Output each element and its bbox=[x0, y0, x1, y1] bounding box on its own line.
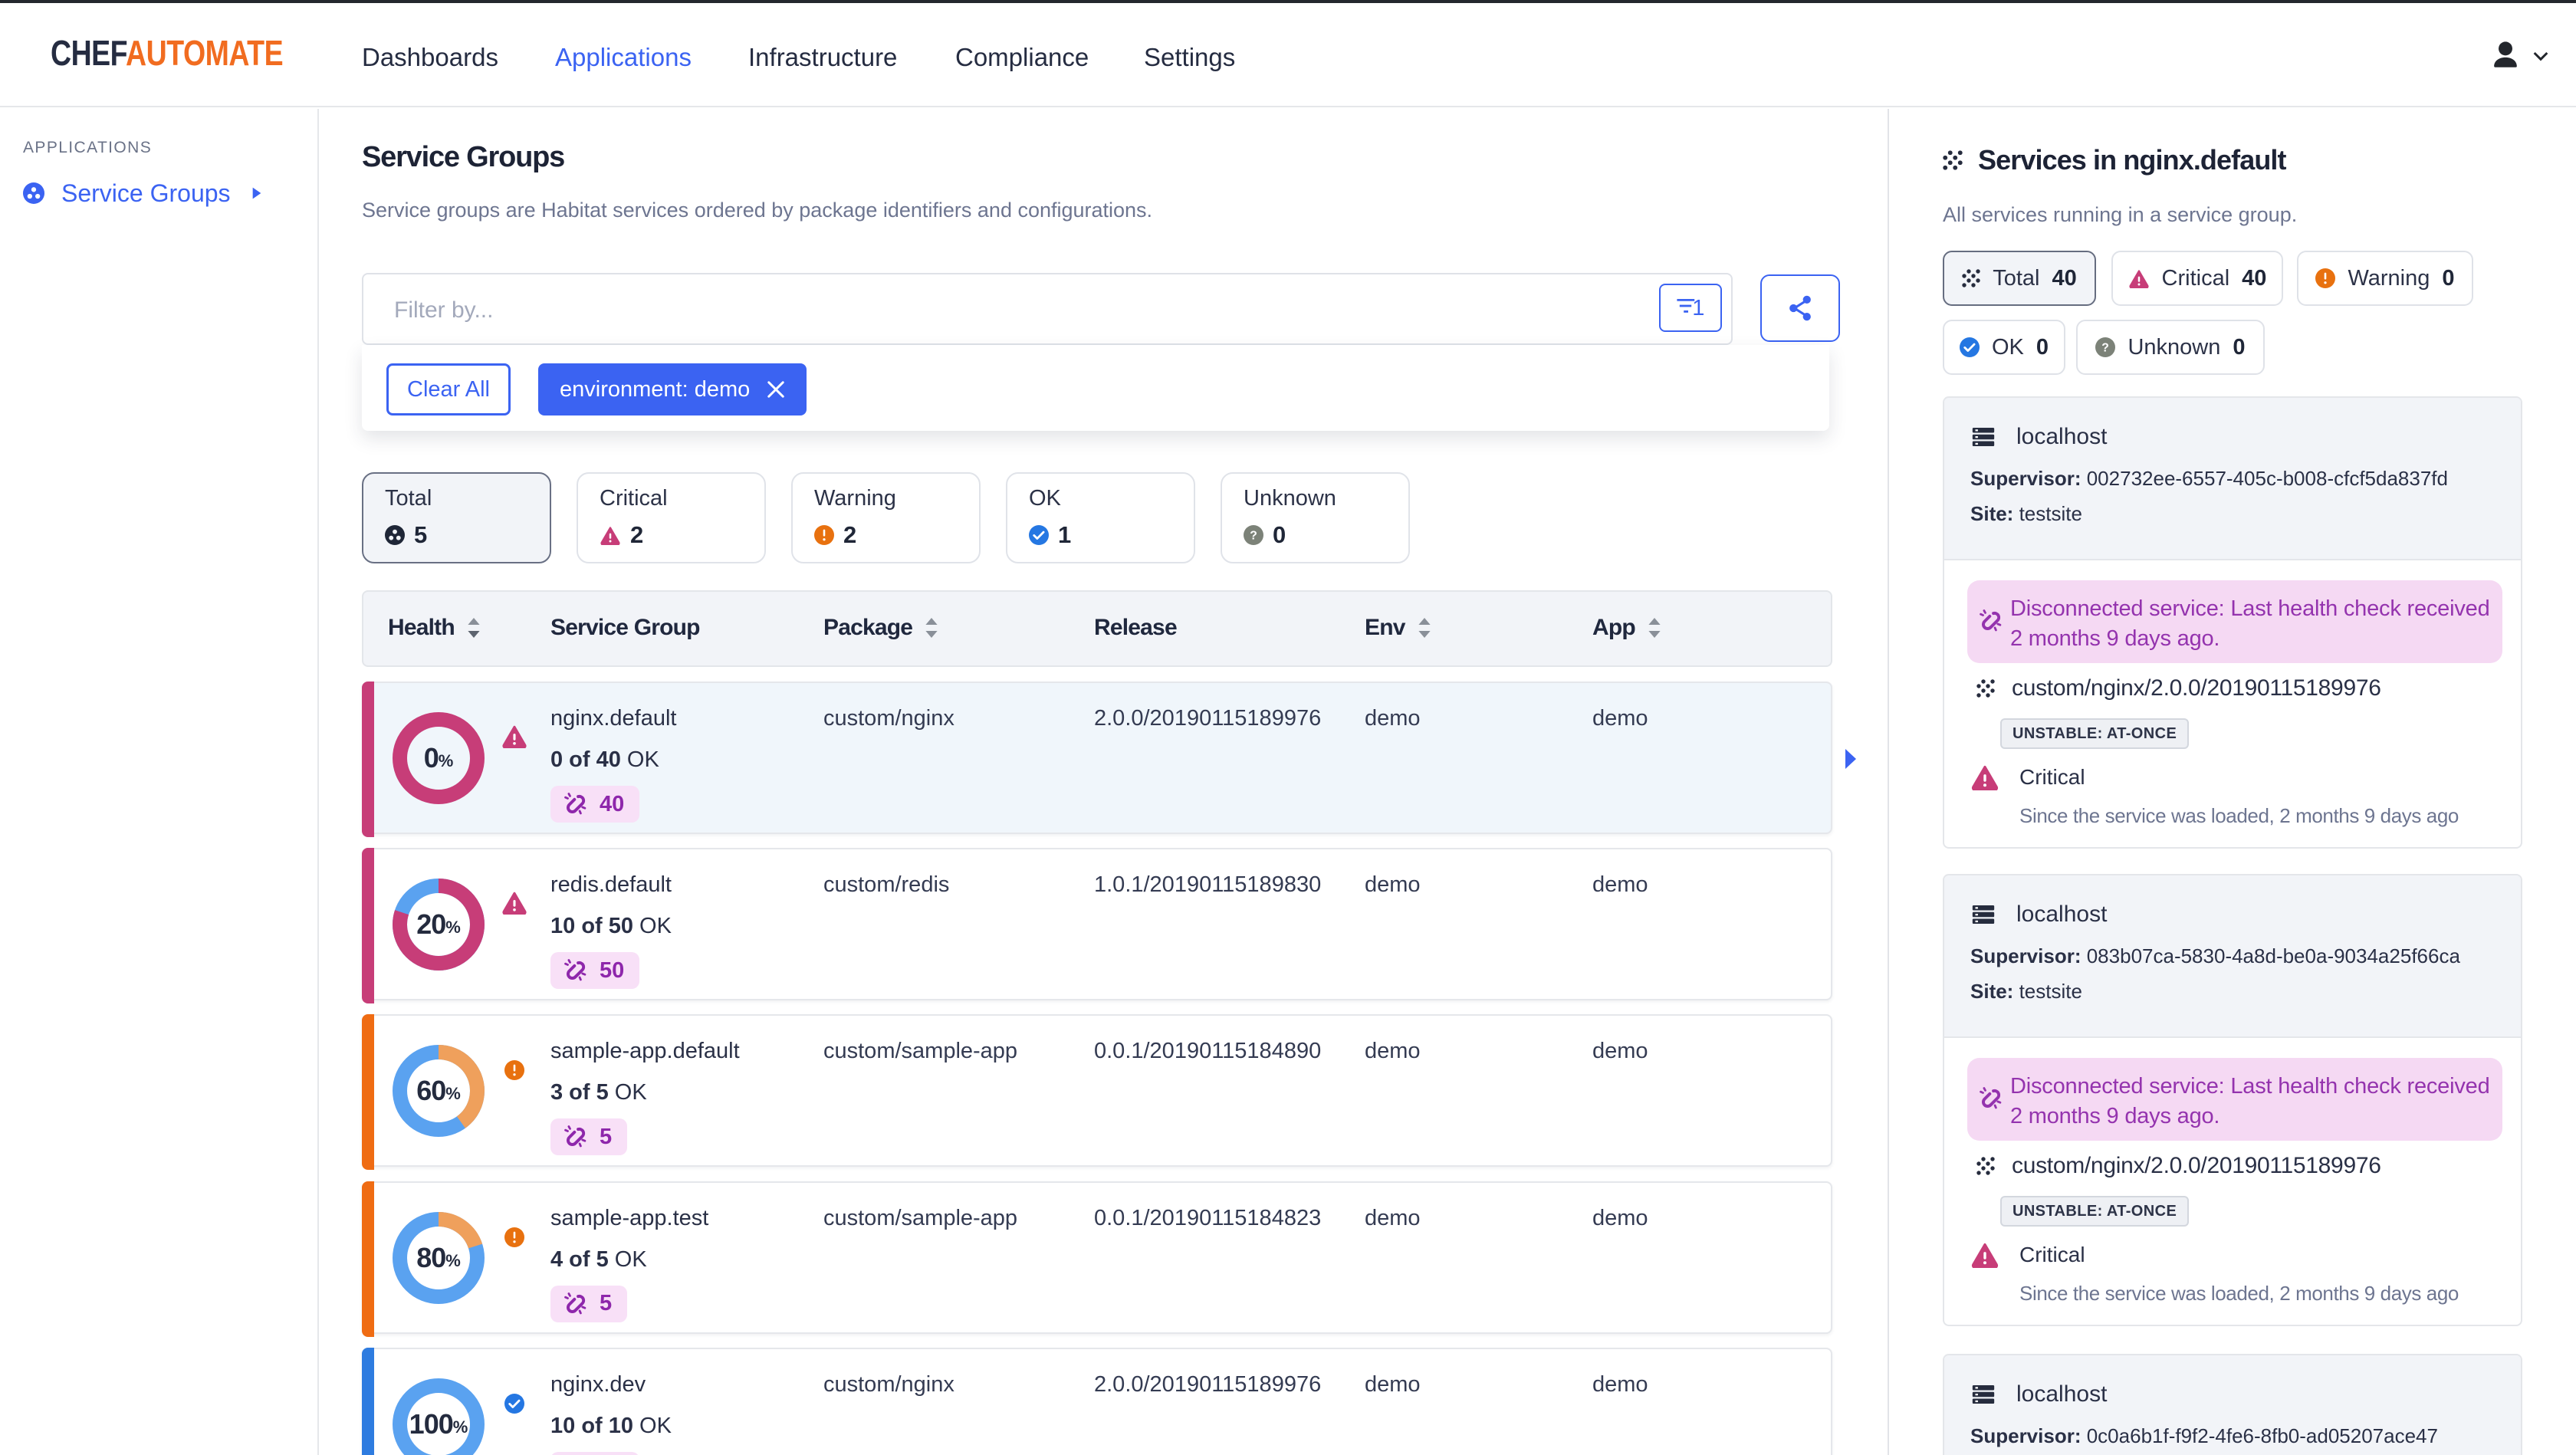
svg-text:?: ? bbox=[1250, 529, 1257, 542]
svg-text:?: ? bbox=[2102, 341, 2110, 354]
svg-text:1: 1 bbox=[1692, 296, 1704, 320]
